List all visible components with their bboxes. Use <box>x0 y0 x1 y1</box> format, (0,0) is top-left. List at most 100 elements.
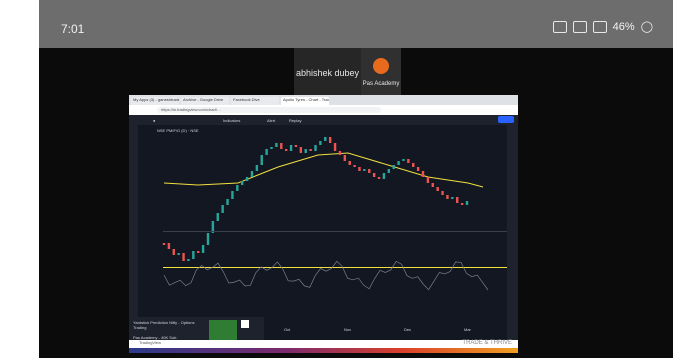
candle <box>368 169 371 173</box>
browser-tab[interactable]: Facebook Dive <box>231 97 279 105</box>
candle <box>221 205 224 213</box>
candle <box>416 167 420 171</box>
drawing-toolbar <box>129 125 138 323</box>
candle <box>265 149 268 155</box>
candle <box>382 173 386 179</box>
candle <box>172 249 175 255</box>
month-label: Oct <box>284 327 291 332</box>
candle <box>236 185 239 191</box>
candle <box>240 181 244 185</box>
candle <box>231 191 234 199</box>
candle <box>275 143 278 147</box>
candle <box>284 149 288 151</box>
replay-button[interactable]: Replay <box>289 118 301 123</box>
footer-brand: TradingView <box>139 340 162 345</box>
indicators-button[interactable]: Indicators <box>223 118 240 123</box>
candle <box>343 155 347 161</box>
candle <box>162 243 166 245</box>
tv-top-toolbar: ● Indicators Alert Replay <box>129 115 518 125</box>
status-icons: 46% ◯ <box>552 20 653 33</box>
candle <box>397 161 400 165</box>
candle <box>226 199 229 205</box>
candle <box>328 137 332 143</box>
candle <box>289 145 293 151</box>
candle <box>167 243 171 249</box>
candle <box>250 171 254 177</box>
candle <box>177 253 180 255</box>
candle <box>407 159 410 163</box>
candle <box>426 177 430 183</box>
candle <box>324 137 327 141</box>
address-bar: https://in.tradingview.com/chart/… <box>129 105 518 115</box>
month-label: Mar <box>464 327 471 332</box>
candle <box>260 155 263 165</box>
browser-tab[interactable]: My Apps (3) - ganeshtrader... <box>131 97 179 105</box>
candle <box>280 143 283 149</box>
status-bar: 7:01 46% ◯ <box>39 0 673 48</box>
candle <box>465 201 469 205</box>
participant-name: abhishek dubey <box>295 68 360 78</box>
shared-screen: My Apps (3) - ganeshtrader... Archive - … <box>129 95 518 353</box>
candle <box>182 253 185 261</box>
candle <box>353 165 356 167</box>
candle <box>294 145 298 147</box>
candle <box>456 197 459 203</box>
participant-tiles: abhishek dubey Pas Academy <box>294 48 401 100</box>
candle <box>299 147 303 153</box>
chart-symbol: NSE PMIF/G (D) · NSE <box>157 128 199 133</box>
browser-tab-strip: My Apps (3) - ganeshtrader... Archive - … <box>129 95 518 105</box>
candle <box>392 165 395 169</box>
price-chart[interactable] <box>138 125 507 323</box>
symbol-search-button[interactable]: ● <box>153 118 155 123</box>
browser-tab[interactable]: Archive - Google Drive <box>181 97 229 105</box>
candle <box>377 177 381 179</box>
candle <box>216 213 219 221</box>
tv-footer: TradingView TRADE & THRIVE <box>129 340 518 353</box>
candle <box>333 143 337 151</box>
candle <box>446 195 449 199</box>
month-label: Dec <box>404 327 412 332</box>
candle <box>460 203 464 205</box>
footer-color-strip <box>129 348 518 353</box>
candle <box>192 251 195 259</box>
candle <box>304 149 307 153</box>
participant-tile[interactable]: abhishek dubey <box>294 48 361 100</box>
candle <box>421 171 425 177</box>
month-label: Nov <box>344 327 352 332</box>
candle <box>270 147 273 149</box>
pane-divider <box>163 231 507 232</box>
participant-name: Pas Academy <box>362 81 400 87</box>
candle <box>314 145 317 151</box>
candle <box>402 159 405 161</box>
candle <box>412 163 415 167</box>
footer-tagline: TRADE & THRIVE <box>462 340 512 346</box>
participant-tile[interactable]: Pas Academy <box>361 48 401 100</box>
alert-button[interactable]: Alert <box>267 118 275 123</box>
candle <box>338 151 342 155</box>
support-line <box>163 267 507 268</box>
candle <box>201 245 205 253</box>
alarm-icon <box>552 20 567 33</box>
candle <box>255 165 259 171</box>
right-sidebar <box>507 125 518 353</box>
url-input[interactable]: https://in.tradingview.com/chart/… <box>157 107 381 113</box>
candle <box>197 251 200 253</box>
candle <box>372 173 376 177</box>
candle <box>387 169 391 173</box>
close-icon[interactable] <box>241 320 249 328</box>
candle <box>436 187 439 191</box>
candle <box>245 177 249 181</box>
candle <box>363 169 366 171</box>
candle <box>309 149 312 151</box>
candle <box>358 167 361 171</box>
battery-icon: ◯ <box>640 21 653 33</box>
publish-button[interactable] <box>498 116 514 123</box>
academy-logo-icon <box>373 58 389 74</box>
candle <box>187 259 190 261</box>
wifi-icon <box>572 20 587 33</box>
candle <box>441 191 444 195</box>
candle <box>431 183 434 187</box>
news-title: Yardstick Prediction Nifty - Options Tra… <box>133 320 195 330</box>
browser-tab-active[interactable]: Apollo Tyres - Chart - TradingView <box>281 97 329 105</box>
signal-icon <box>592 20 607 33</box>
